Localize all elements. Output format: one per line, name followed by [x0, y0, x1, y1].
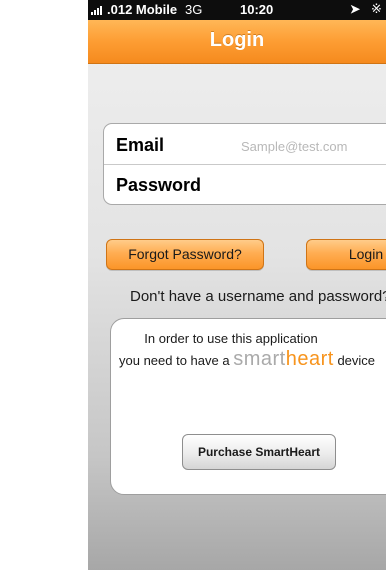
page-title: Login — [209, 29, 265, 51]
password-label: Password — [116, 175, 202, 195]
info-text-line2: you need to have a smartheart device — [119, 348, 375, 371]
signal-strength-icon — [91, 6, 102, 15]
status-time: 10:20 — [240, 2, 274, 17]
phone-screen: .012 Mobile 3G 10:20 ➤ ※ Login Email Pas… — [88, 0, 386, 570]
bluetooth-icon: ※ — [371, 1, 382, 16]
password-field[interactable] — [241, 177, 386, 195]
location-arrow-icon: ➤ — [350, 2, 361, 16]
network-type: 3G — [185, 2, 203, 17]
navigation-bar: Login — [88, 20, 386, 64]
carrier-name: .012 Mobile — [107, 2, 178, 17]
brand-logo-smart: smart — [233, 348, 286, 370]
forgot-password-button[interactable]: Forgot Password? — [106, 239, 264, 270]
info-text-prefix: you need to have a — [119, 353, 230, 368]
smartheart-info-card: In order to use this application you nee… — [110, 318, 386, 495]
purchase-smartheart-button[interactable]: Purchase SmartHeart — [182, 434, 336, 470]
brand-logo-heart: heart — [285, 348, 334, 370]
login-button[interactable]: Login — [306, 239, 386, 270]
email-label: Email — [116, 135, 165, 155]
form-divider — [104, 164, 386, 165]
email-field[interactable] — [241, 137, 386, 155]
info-text-suffix: device — [337, 353, 376, 368]
login-form: Email Password — [103, 123, 386, 205]
info-text-line1: In order to use this application — [144, 331, 318, 346]
status-bar: .012 Mobile 3G 10:20 ➤ ※ — [88, 0, 386, 20]
signup-prompt: Don't have a username and password? — [130, 288, 386, 305]
